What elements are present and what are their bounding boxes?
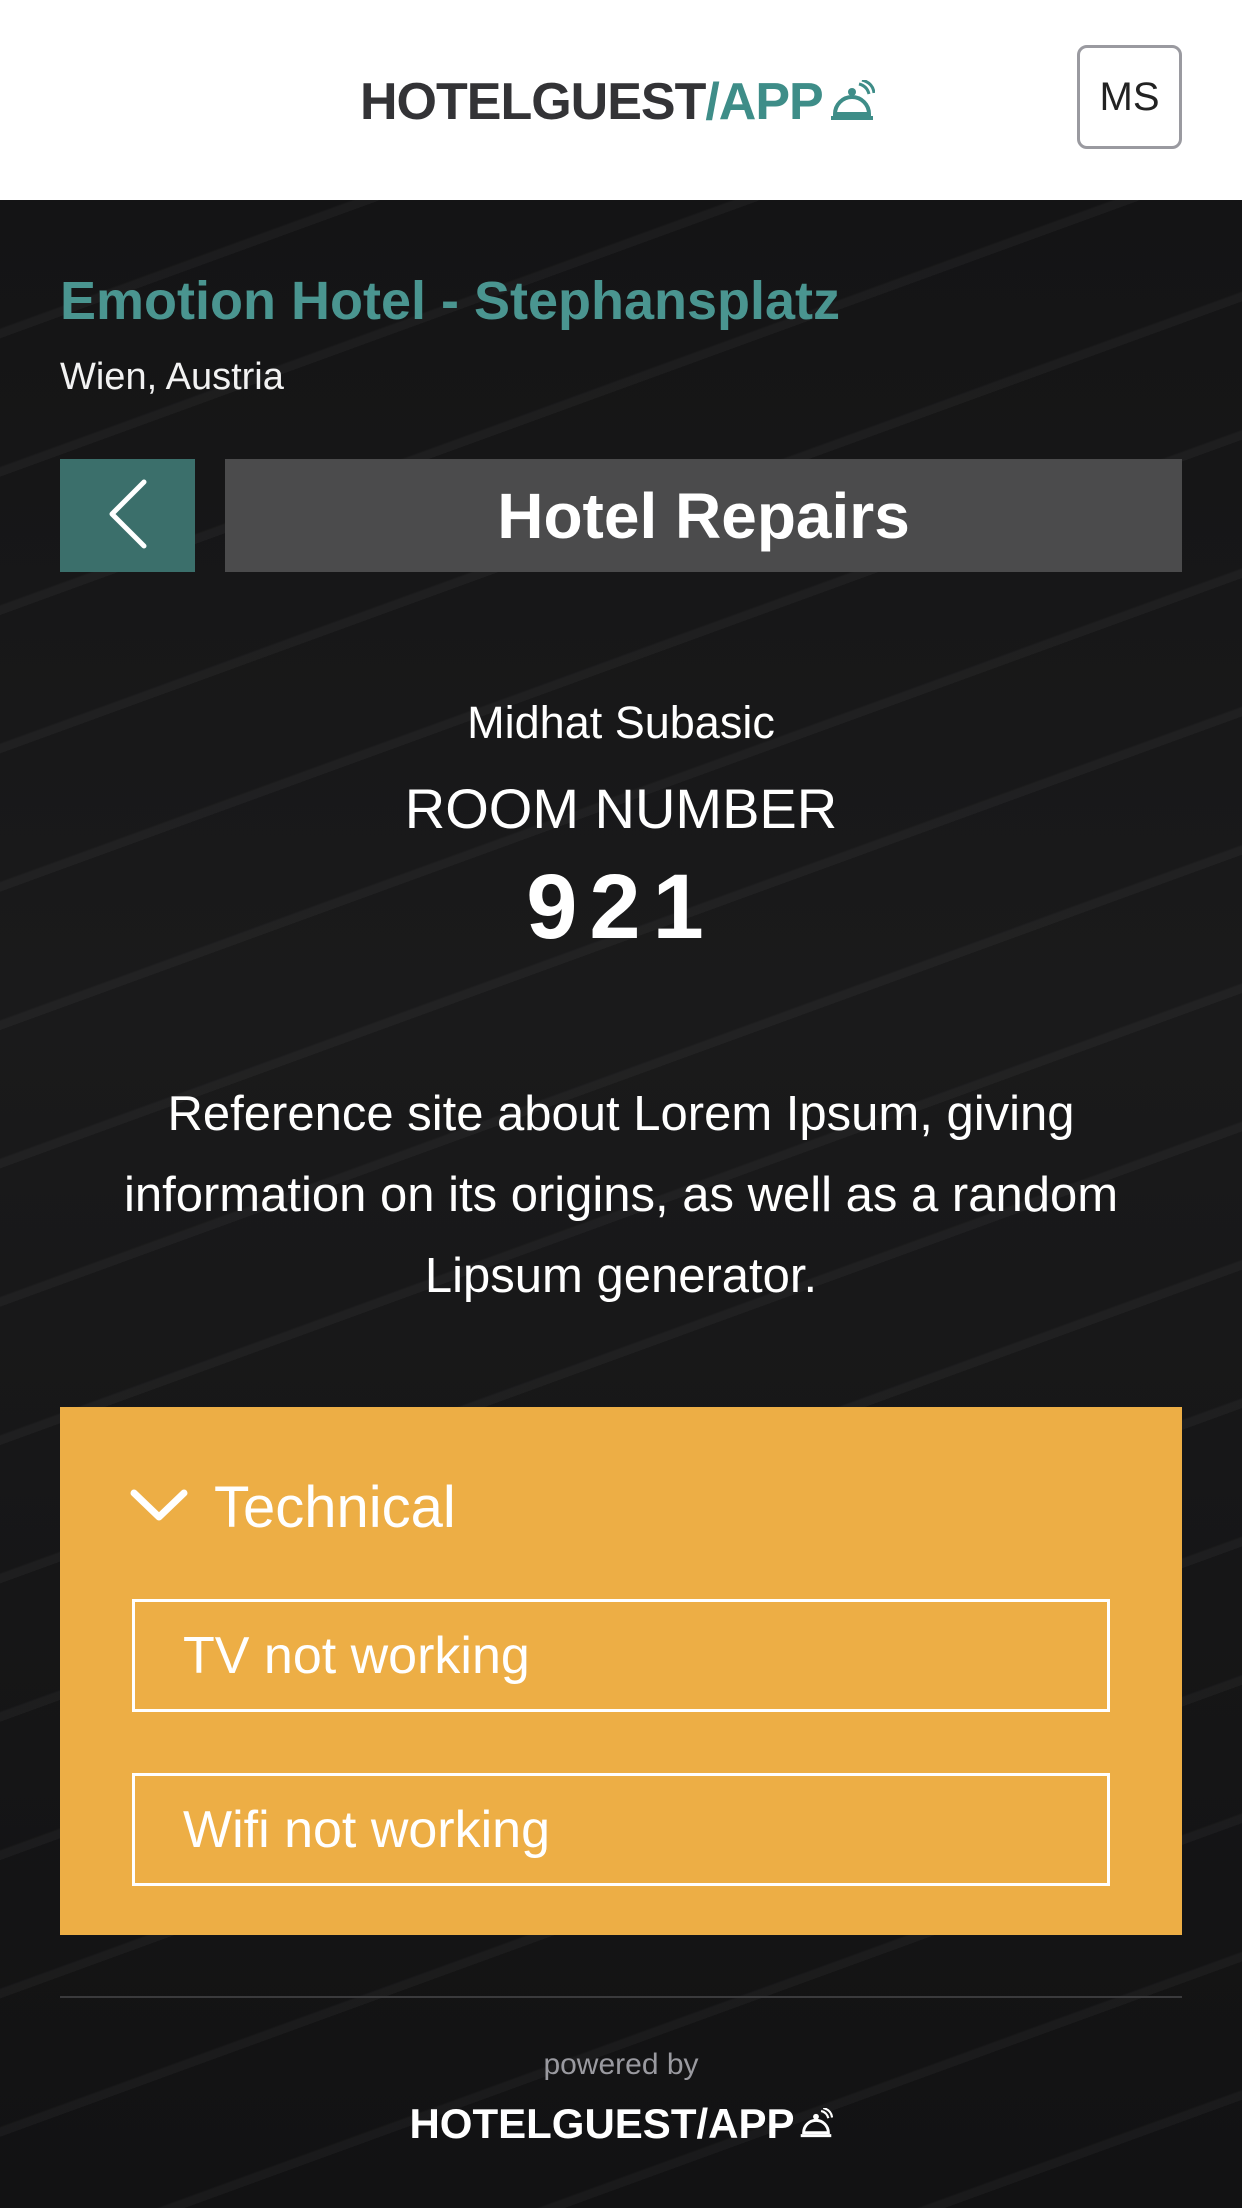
category-panel-technical: Technical TV not working Wifi not workin… bbox=[60, 1407, 1182, 1935]
back-button[interactable] bbox=[60, 459, 195, 572]
powered-by-text: powered by bbox=[543, 2048, 699, 2081]
repair-option-label: TV not working bbox=[183, 1626, 530, 1685]
footer-divider bbox=[60, 1996, 1182, 1998]
user-initials: MS bbox=[1099, 74, 1160, 119]
logo-text-main: HOTELGUEST bbox=[360, 73, 706, 131]
hotel-location: Wien, Austria bbox=[60, 356, 284, 398]
category-title: Technical bbox=[214, 1474, 456, 1540]
page-title-text: Hotel Repairs bbox=[497, 479, 910, 552]
description-text: Reference site about Lorem Ipsum, giving… bbox=[123, 1087, 1119, 1303]
user-avatar-button[interactable]: MS bbox=[1077, 45, 1182, 149]
hotel-name: Emotion Hotel - Stephansplatz bbox=[60, 271, 841, 331]
footer-logo-text: HOTELGUEST/APP bbox=[409, 2100, 795, 2147]
category-toggle[interactable]: Technical bbox=[130, 1467, 456, 1547]
service-bell-icon bbox=[829, 80, 875, 124]
guest-name: Midhat Subasic bbox=[467, 697, 775, 748]
repair-option-wifi[interactable]: Wifi not working bbox=[132, 1773, 1110, 1886]
chevron-left-icon bbox=[106, 478, 150, 554]
repair-option-tv[interactable]: TV not working bbox=[132, 1599, 1110, 1712]
page-title: Hotel Repairs bbox=[225, 459, 1182, 572]
repair-option-label: Wifi not working bbox=[183, 1800, 550, 1859]
room-number: 921 bbox=[526, 856, 716, 958]
app-logo[interactable]: HOTELGUEST/APP bbox=[360, 72, 875, 132]
service-bell-icon bbox=[799, 2108, 833, 2140]
room-number-label: ROOM NUMBER bbox=[404, 777, 838, 840]
footer-logo[interactable]: HOTELGUEST/APP bbox=[0, 2100, 1242, 2148]
logo-text-accent: /APP bbox=[705, 73, 823, 131]
chevron-down-icon bbox=[130, 1487, 188, 1527]
app-header: HOTELGUEST/APP MS bbox=[0, 0, 1242, 200]
